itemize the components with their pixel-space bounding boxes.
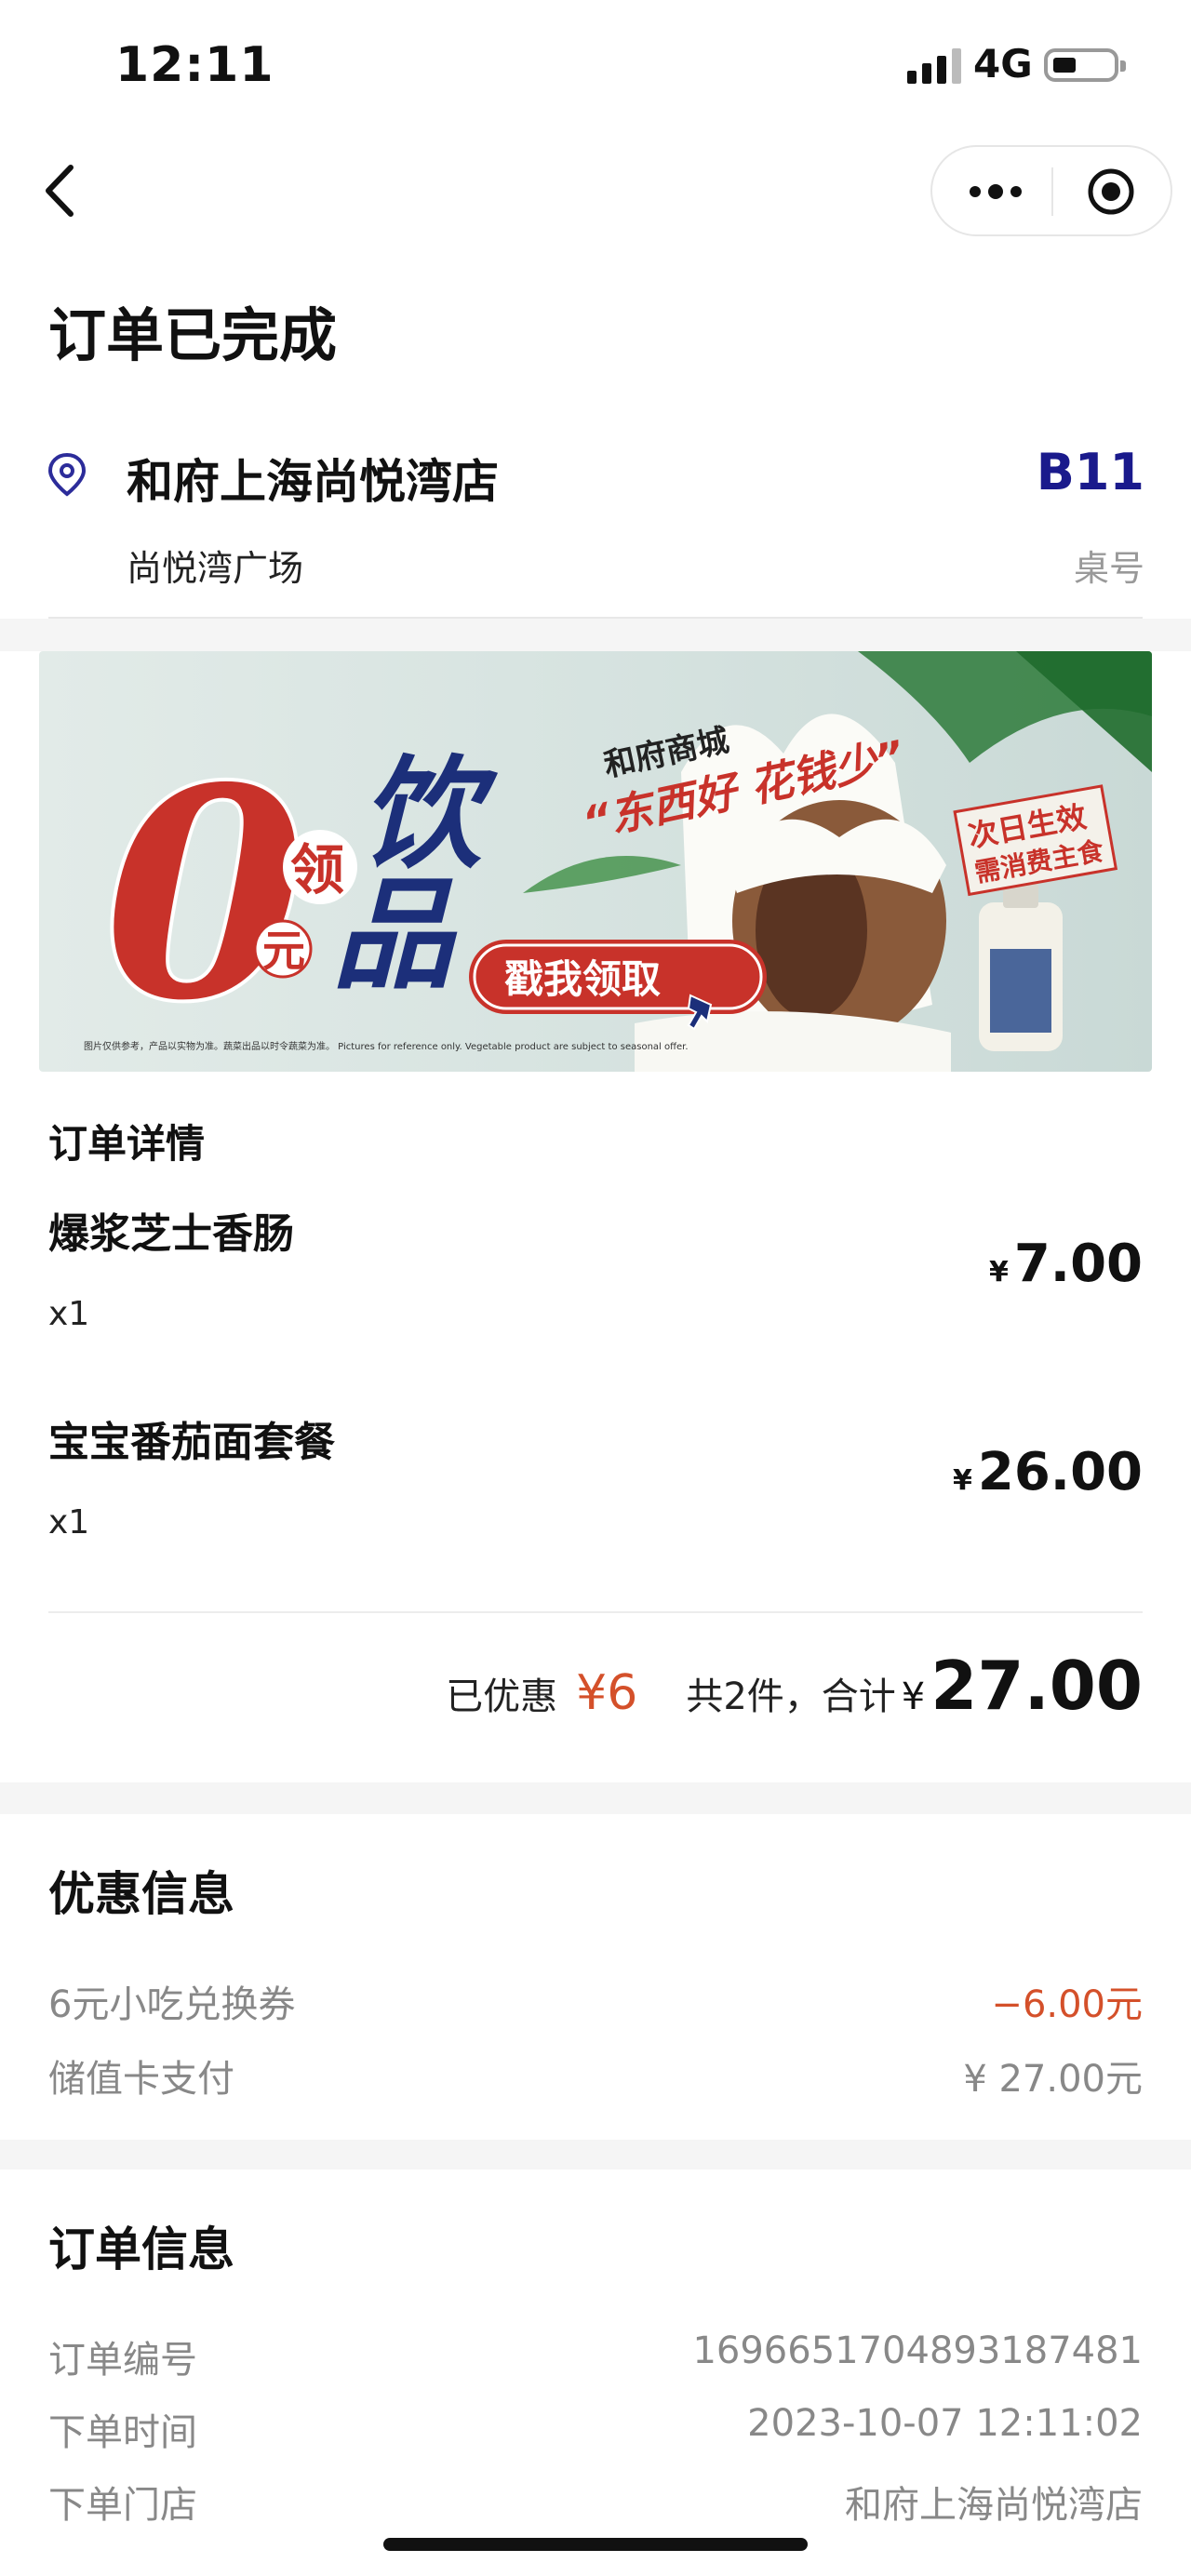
coupon-label: 6元小吃兑换券 <box>48 1983 296 2026</box>
status-time: 12:11 <box>115 37 274 93</box>
order-number-label: 订单编号 <box>48 2339 197 2382</box>
currency-symbol: ¥ <box>988 1256 1009 1288</box>
banner-artwork: 0 领 元 饮 品 和府商城 “东西好 花钱少” 戳我领取 次日生效 需消费主食… <box>84 651 1152 1072</box>
total-amount: 27.00 <box>930 1647 1143 1725</box>
banner-disclaimer: 图片仅供参考，产品以实物为准。蔬菜出品以时令蔬菜为准。 Pictures for… <box>84 1040 689 1052</box>
order-store-label: 下单门店 <box>48 2484 197 2527</box>
total-currency: ¥ <box>901 1675 926 1718</box>
coupon-value: −6.00元 <box>991 1983 1143 2026</box>
item-price: ¥26.00 <box>953 1442 1143 1502</box>
table-number: B11 <box>1036 443 1144 501</box>
item-price-value: 26.00 <box>977 1442 1143 1502</box>
battery-icon <box>1044 48 1126 82</box>
network-type: 4G <box>973 41 1033 87</box>
item-price: ¥7.00 <box>989 1234 1143 1294</box>
item-qty: x1 <box>48 1503 90 1542</box>
banner-cta: 戳我领取 <box>504 956 661 1002</box>
item-name: 宝宝番茄面套餐 <box>48 1419 335 1466</box>
payment-method-value: ¥ 27.00元 <box>963 2058 1143 2101</box>
table-number-label: 桌号 <box>1073 548 1144 589</box>
order-store-value: 和府上海尚悦湾店 <box>845 2484 1143 2527</box>
payment-method-label: 储值卡支付 <box>48 2058 234 2101</box>
divider <box>48 617 1143 619</box>
location-pin-icon <box>47 452 87 497</box>
discount-value: ¥6 <box>576 1665 638 1721</box>
banner-yuan: 元 <box>262 926 305 976</box>
order-info-title: 订单信息 <box>48 2222 234 2276</box>
store-name: 和府上海尚悦湾店 <box>127 455 499 509</box>
banner-pin: 品 <box>332 864 458 1006</box>
home-indicator[interactable] <box>383 2538 808 2551</box>
order-details-title: 订单详情 <box>48 1121 206 1167</box>
cellular-signal-icon <box>907 48 961 84</box>
miniprogram-capsule <box>930 145 1172 236</box>
banner-zero: 0 <box>104 726 305 1064</box>
divider <box>48 1611 1143 1613</box>
item-name: 爆浆芝士香肠 <box>48 1210 294 1258</box>
item-qty: x1 <box>48 1295 90 1333</box>
discount-label: 已优惠 <box>446 1675 558 1718</box>
currency-symbol: ¥ <box>952 1464 972 1497</box>
order-status-title: 订单已完成 <box>48 301 338 369</box>
more-options-icon[interactable] <box>968 180 1024 203</box>
item-price-value: 7.00 <box>1013 1234 1143 1294</box>
order-time-label: 下单时间 <box>48 2411 197 2454</box>
order-number-value: 1696651704893187481 <box>692 2329 1143 2372</box>
promo-banner[interactable]: 0 领 元 饮 品 和府商城 “东西好 花钱少” 戳我领取 次日生效 需消费主食… <box>39 651 1152 1072</box>
close-miniprogram-icon[interactable] <box>1085 166 1137 218</box>
promo-info-title: 优惠信息 <box>48 1867 234 1921</box>
store-area: 尚悦湾广场 <box>127 548 304 589</box>
order-total-row: 已优惠 ¥6 共2件，合计 ¥ 27.00 <box>446 1647 1143 1730</box>
order-time-value: 2023-10-07 12:11:02 <box>747 2402 1143 2445</box>
count-total-label: 共2件，合计 <box>686 1675 896 1718</box>
back-arrow-icon[interactable] <box>37 160 93 221</box>
